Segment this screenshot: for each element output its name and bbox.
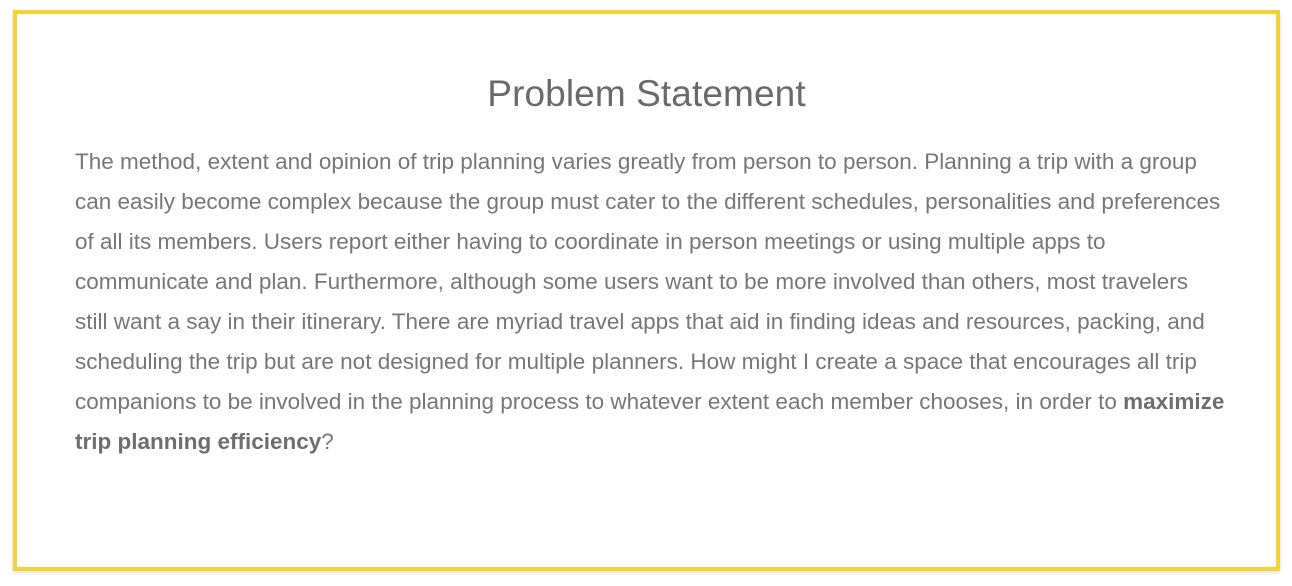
paragraph-text: The method, extent and opinion of trip p… bbox=[75, 149, 1221, 414]
problem-statement-card: Problem Statement The method, extent and… bbox=[13, 10, 1280, 571]
page: Problem Statement The method, extent and… bbox=[0, 0, 1292, 586]
section-title: Problem Statement bbox=[487, 73, 806, 114]
paragraph-end-punctuation: ? bbox=[321, 429, 334, 454]
problem-statement-paragraph: The method, extent and opinion of trip p… bbox=[75, 142, 1225, 462]
